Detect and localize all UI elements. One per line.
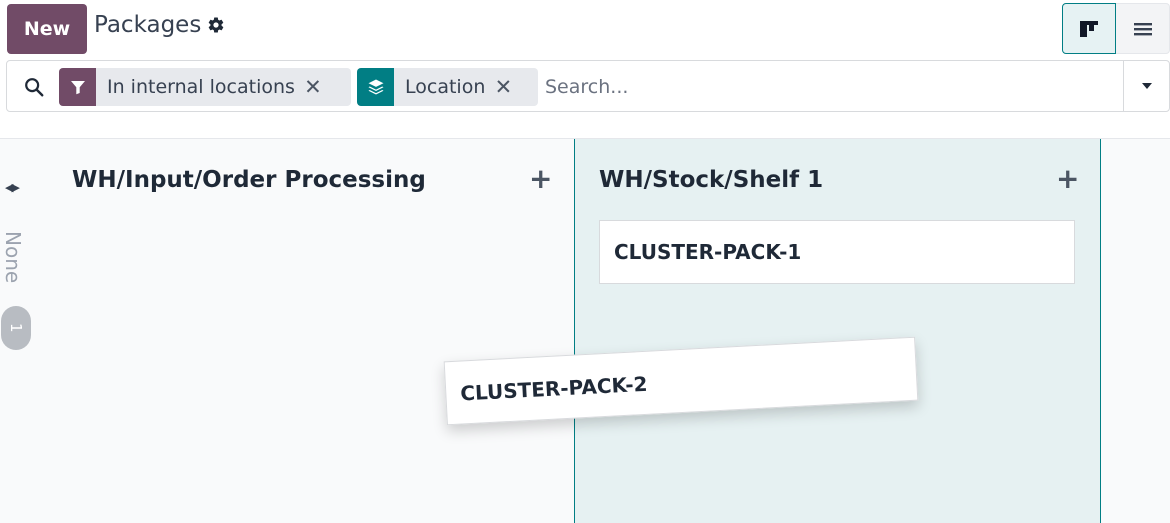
page-title: Packages	[94, 12, 202, 38]
kanban-column-drop-target: WH/Stock/Shelf 1 + CLUSTER-PACK-1	[574, 139, 1101, 523]
plus-icon[interactable]: +	[1056, 165, 1079, 193]
folded-column[interactable]: ◀▶ None 1	[0, 139, 40, 523]
folded-column-count: 1	[1, 306, 31, 350]
card-title: CLUSTER-PACK-1	[614, 240, 802, 264]
groupby-facet-label: Location	[405, 76, 486, 98]
kanban-column: WH/Input/Order Processing +	[50, 139, 574, 523]
control-panel: New Packages	[0, 0, 1170, 56]
search-options-toggle[interactable]	[1123, 61, 1170, 111]
filter-facet: In internal locations ✕	[59, 68, 351, 106]
fold-arrows-icon[interactable]: ◀▶	[5, 181, 20, 194]
plus-icon[interactable]: +	[529, 165, 552, 193]
kanban-board: ◀▶ None 1 WH/Input/Order Processing + WH…	[0, 139, 1170, 523]
search-icon[interactable]	[23, 76, 45, 98]
gear-icon[interactable]	[207, 16, 225, 34]
kanban-view-button[interactable]	[1062, 3, 1116, 54]
new-button[interactable]: New	[7, 4, 87, 54]
kanban-card[interactable]: CLUSTER-PACK-1	[599, 220, 1075, 284]
list-icon	[1133, 22, 1152, 35]
folded-column-title: None	[1, 231, 25, 284]
caret-down-icon	[1142, 83, 1152, 89]
filter-facet-label: In internal locations	[107, 76, 295, 98]
filter-facet-icon-box	[59, 68, 96, 106]
remove-filter-button[interactable]: ✕	[295, 68, 331, 106]
column-title[interactable]: WH/Stock/Shelf 1	[599, 167, 823, 193]
card-title: CLUSTER-PACK-2	[459, 371, 649, 406]
column-title[interactable]: WH/Input/Order Processing	[72, 167, 426, 193]
layers-icon	[368, 79, 383, 95]
kanban-icon	[1080, 20, 1098, 37]
groupby-facet: Location ✕	[357, 68, 538, 106]
remove-groupby-button[interactable]: ✕	[485, 68, 521, 106]
breadcrumb: Packages	[94, 12, 225, 38]
groupby-facet-icon-box	[357, 68, 394, 106]
search-input[interactable]	[545, 71, 1105, 103]
search-bar: In internal locations ✕ Location ✕	[6, 60, 1170, 112]
list-view-button[interactable]	[1116, 3, 1170, 54]
filter-icon	[70, 81, 85, 95]
